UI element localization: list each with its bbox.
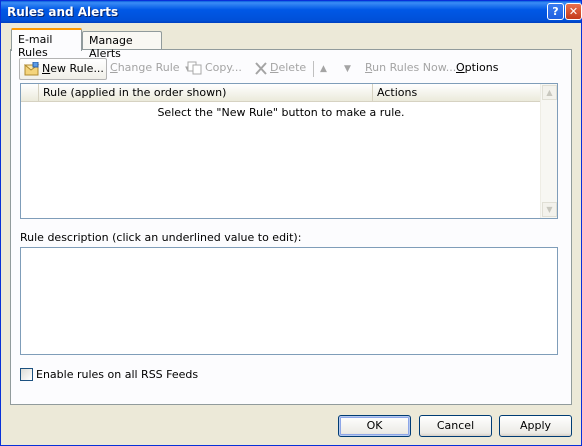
rss-rules-label[interactable]: Enable rules on all RSS Feeds [36, 368, 198, 381]
copy-button[interactable]: Copy... [187, 58, 242, 80]
rule-description-label: Rule description (click an underlined va… [20, 231, 302, 244]
cancel-button[interactable]: Cancel [419, 415, 492, 437]
rss-rules-checkbox[interactable] [20, 368, 33, 381]
change-rule-mnemonic: C [110, 61, 118, 74]
help-button[interactable]: ? [547, 3, 564, 20]
copy-icon [187, 61, 203, 75]
column-actions[interactable]: Actions [373, 84, 541, 102]
run-rules-label: un Rules Now... [372, 61, 457, 74]
new-rule-button[interactable]: New Rule... [19, 58, 107, 80]
copy-label: Copy... [205, 61, 242, 74]
delete-label: Delete [270, 61, 306, 74]
rule-list-scrollbar[interactable]: ▲ ▼ [540, 84, 557, 218]
window-title: Rules and Alerts [7, 5, 119, 19]
rule-description-box[interactable] [20, 247, 558, 355]
title-bar[interactable]: Rules and Alerts ? ✕ [1, 1, 582, 23]
rule-list[interactable]: Rule (applied in the order shown) Action… [20, 83, 558, 219]
scroll-down-icon[interactable]: ▼ [542, 202, 557, 217]
options-button[interactable]: Options [456, 58, 498, 80]
move-down-button[interactable]: ▼ [344, 58, 358, 80]
delete-x-icon [254, 62, 268, 75]
rules-and-alerts-dialog: Rules and Alerts ? ✕ E-mail Rules Manage… [0, 0, 582, 446]
scroll-up-icon[interactable]: ▲ [542, 85, 557, 100]
column-rule[interactable]: Rule (applied in the order shown) [39, 84, 373, 102]
new-rule-icon [23, 61, 40, 76]
rules-toolbar: New Rule... Change Rule ▼ Copy... Delete [19, 58, 559, 80]
column-checkbox[interactable] [21, 84, 39, 102]
options-mnemonic: O [456, 61, 465, 74]
options-label: ptions [464, 61, 499, 74]
move-up-button[interactable]: ▲ [320, 58, 334, 80]
rule-list-empty-message: Select the "New Rule" button to make a r… [157, 106, 405, 119]
close-button[interactable]: ✕ [565, 3, 582, 20]
delete-button[interactable]: Delete [254, 58, 306, 80]
rule-list-header: Rule (applied in the order shown) Action… [21, 84, 541, 102]
ok-button[interactable]: OK [338, 415, 411, 437]
delete-label-rest: elete [278, 61, 307, 74]
change-rule-button[interactable]: Change Rule ▼ [110, 58, 190, 80]
tab-manage-alerts[interactable]: Manage Alerts [82, 31, 162, 60]
arrow-up-icon: ▲ [320, 64, 327, 74]
toolbar-separator [313, 61, 314, 77]
arrow-down-icon: ▼ [344, 64, 351, 74]
tab-email-rules[interactable]: E-mail Rules [11, 28, 82, 59]
new-rule-mnemonic: N [42, 62, 51, 75]
run-rules-now-button[interactable]: Run Rules Now... [365, 58, 456, 80]
change-rule-label: hange Rule [117, 61, 180, 74]
new-rule-label: ew Rule... [50, 62, 104, 75]
apply-button[interactable]: Apply [499, 415, 572, 437]
